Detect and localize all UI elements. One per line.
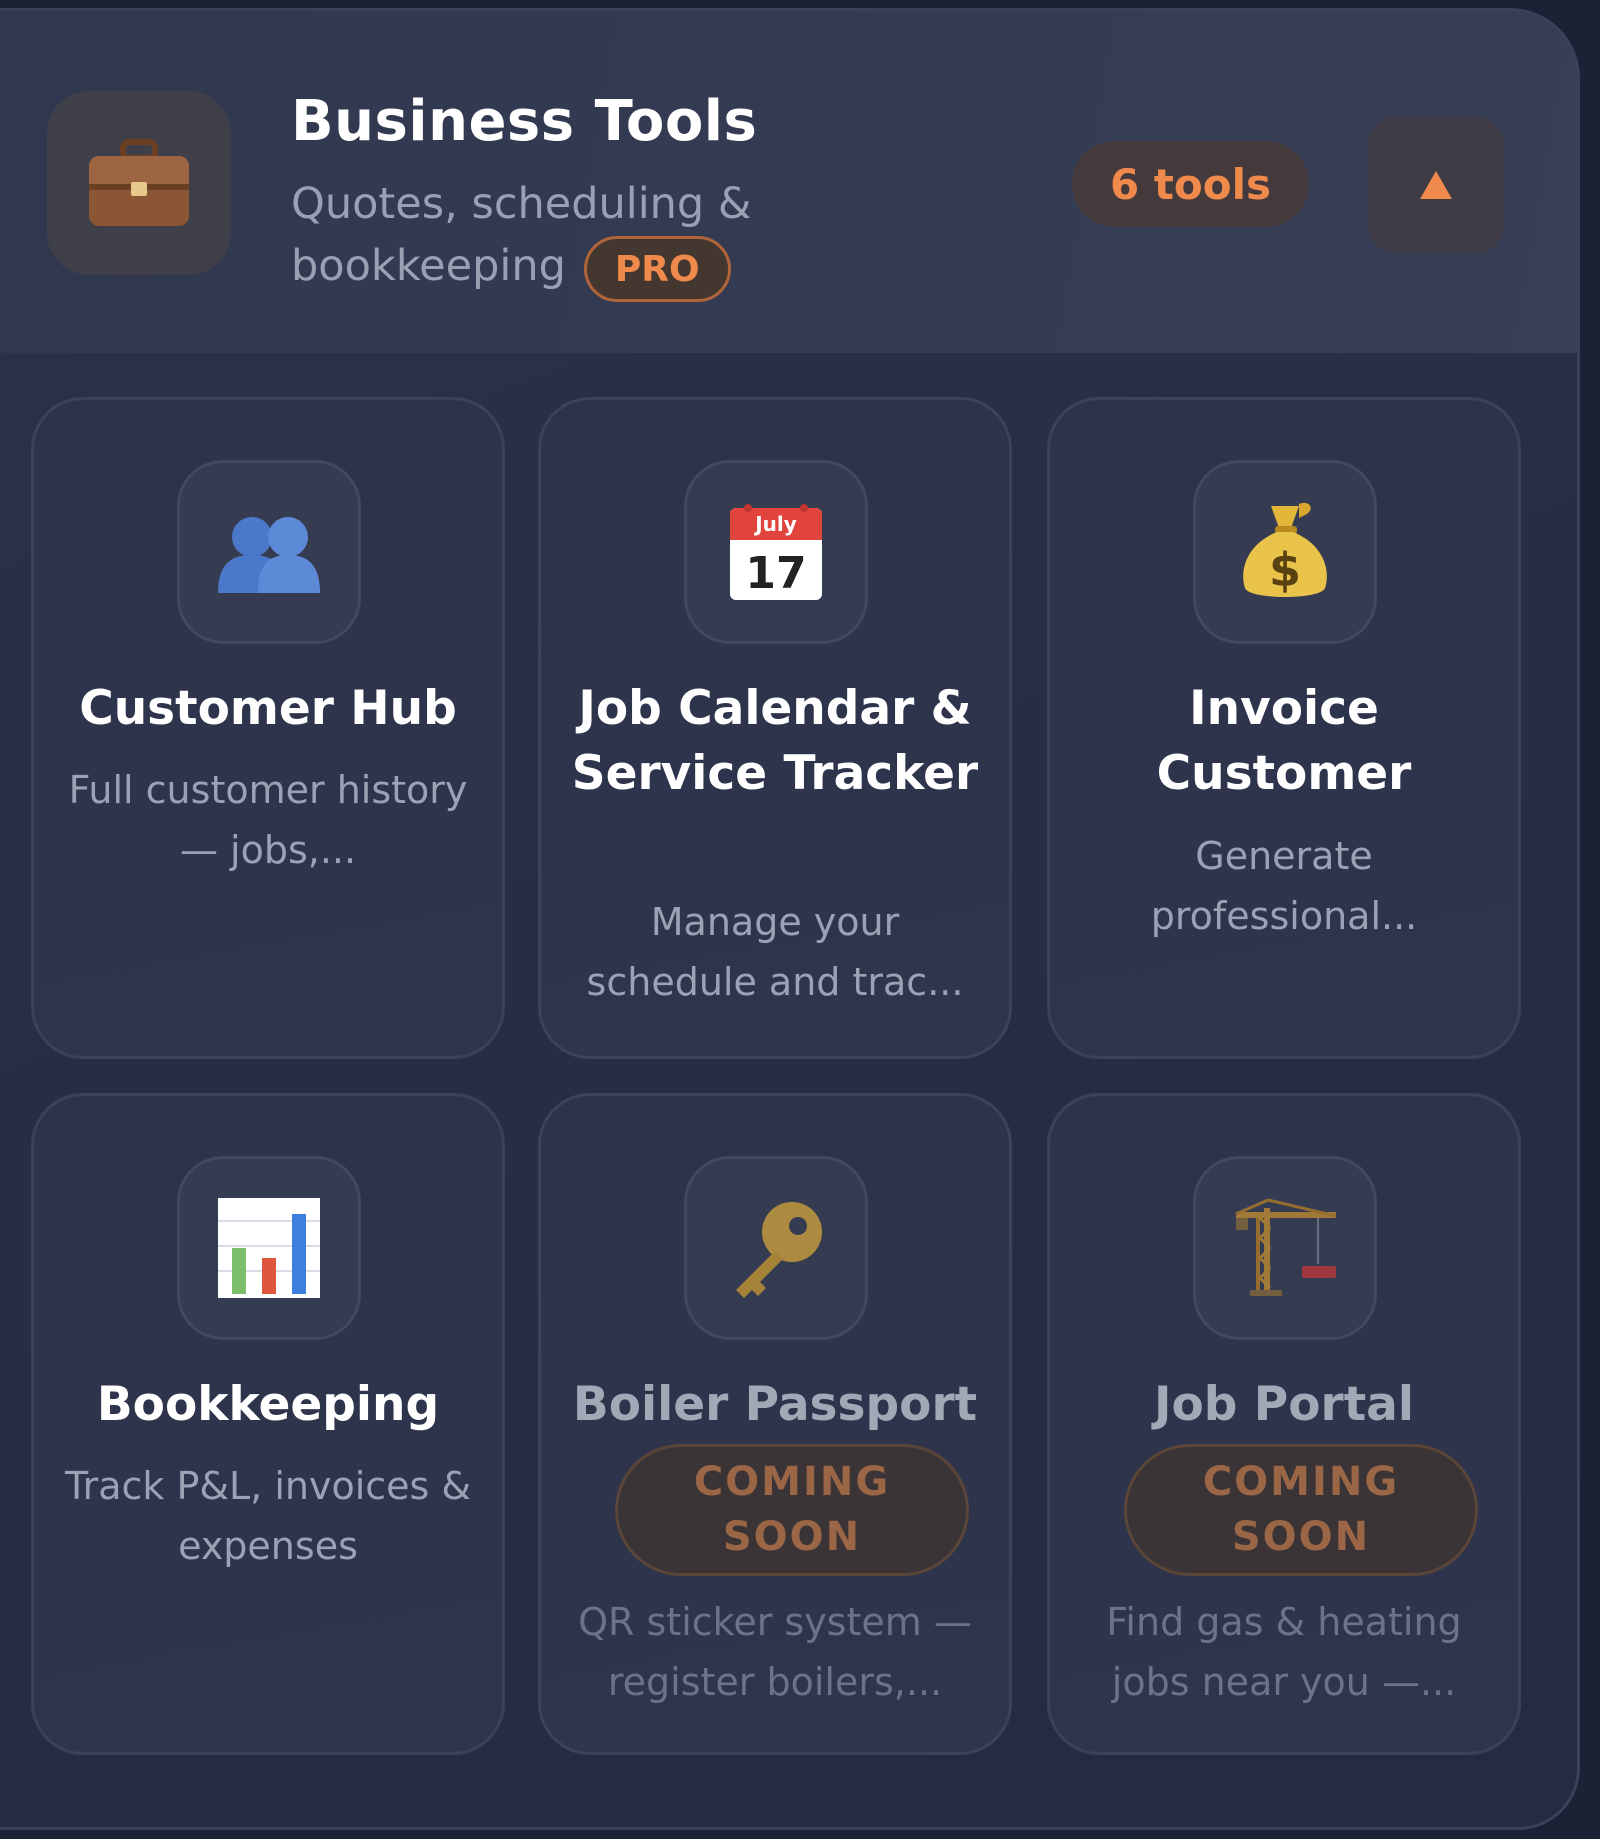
tool-description: Track P&L, invoices & expenses [64, 1464, 472, 1568]
people-icon [177, 460, 361, 644]
subtitle: Quotes, scheduling & bookkeeping PRO [291, 173, 831, 302]
coming-soon-badge: COMING SOON [1124, 1444, 1478, 1576]
collapse-button[interactable] [1368, 117, 1504, 253]
tool-card-boiler-passport[interactable]: Boiler Passport COMING SOON QR sticker s… [538, 1093, 1012, 1755]
crane-icon [1193, 1156, 1377, 1340]
business-tools-panel: Business Tools Quotes, scheduling & book… [0, 8, 1580, 1830]
page-title: Business Tools [291, 89, 758, 154]
money-bag-icon: $ [1193, 460, 1377, 644]
tool-card-customer-hub[interactable]: Customer Hub Full customer history — job… [31, 397, 505, 1059]
briefcase-icon [47, 91, 231, 275]
tool-description: Manage your schedule and trac... [586, 900, 964, 1004]
panel-header[interactable]: Business Tools Quotes, scheduling & book… [0, 11, 1577, 353]
tool-card-invoice-customer[interactable]: $ Invoice Customer Generate professional… [1047, 397, 1521, 1059]
tool-description: QR sticker system — register boilers,... [578, 1600, 972, 1704]
tool-title: Invoice Customer [1156, 681, 1412, 801]
key-icon [684, 1156, 868, 1340]
calendar-month: July [753, 512, 797, 536]
tool-count-badge: 6 tools [1072, 141, 1309, 227]
tool-title: Job Calendar & Service Tracker [571, 681, 979, 801]
coming-soon-badge: COMING SOON [615, 1444, 969, 1576]
tool-card-job-portal[interactable]: Job Portal COMING SOON Find gas & heatin… [1047, 1093, 1521, 1755]
triangle-up-icon [1420, 171, 1452, 199]
tool-title: Boiler Passport [572, 1377, 978, 1432]
tool-description: Generate professional... [1150, 834, 1418, 938]
calendar-day: 17 [745, 548, 806, 599]
pro-badge: PRO [583, 235, 731, 302]
tool-title: Bookkeeping [96, 1377, 440, 1432]
tool-title: Job Portal [1154, 1377, 1414, 1432]
tool-card-job-calendar[interactable]: July 17 Job Calendar & Service Tracker M… [538, 397, 1012, 1059]
tool-title: Customer Hub [79, 681, 457, 736]
calendar-icon: July 17 [684, 460, 868, 644]
svg-text:$: $ [1269, 543, 1301, 597]
tool-card-bookkeeping[interactable]: Bookkeeping Track P&L, invoices & expens… [31, 1093, 505, 1755]
bar-chart-icon [177, 1156, 361, 1340]
tool-description: Full customer history — jobs,... [68, 768, 468, 872]
tool-description: Find gas & heating jobs near you —... [1106, 1600, 1462, 1704]
